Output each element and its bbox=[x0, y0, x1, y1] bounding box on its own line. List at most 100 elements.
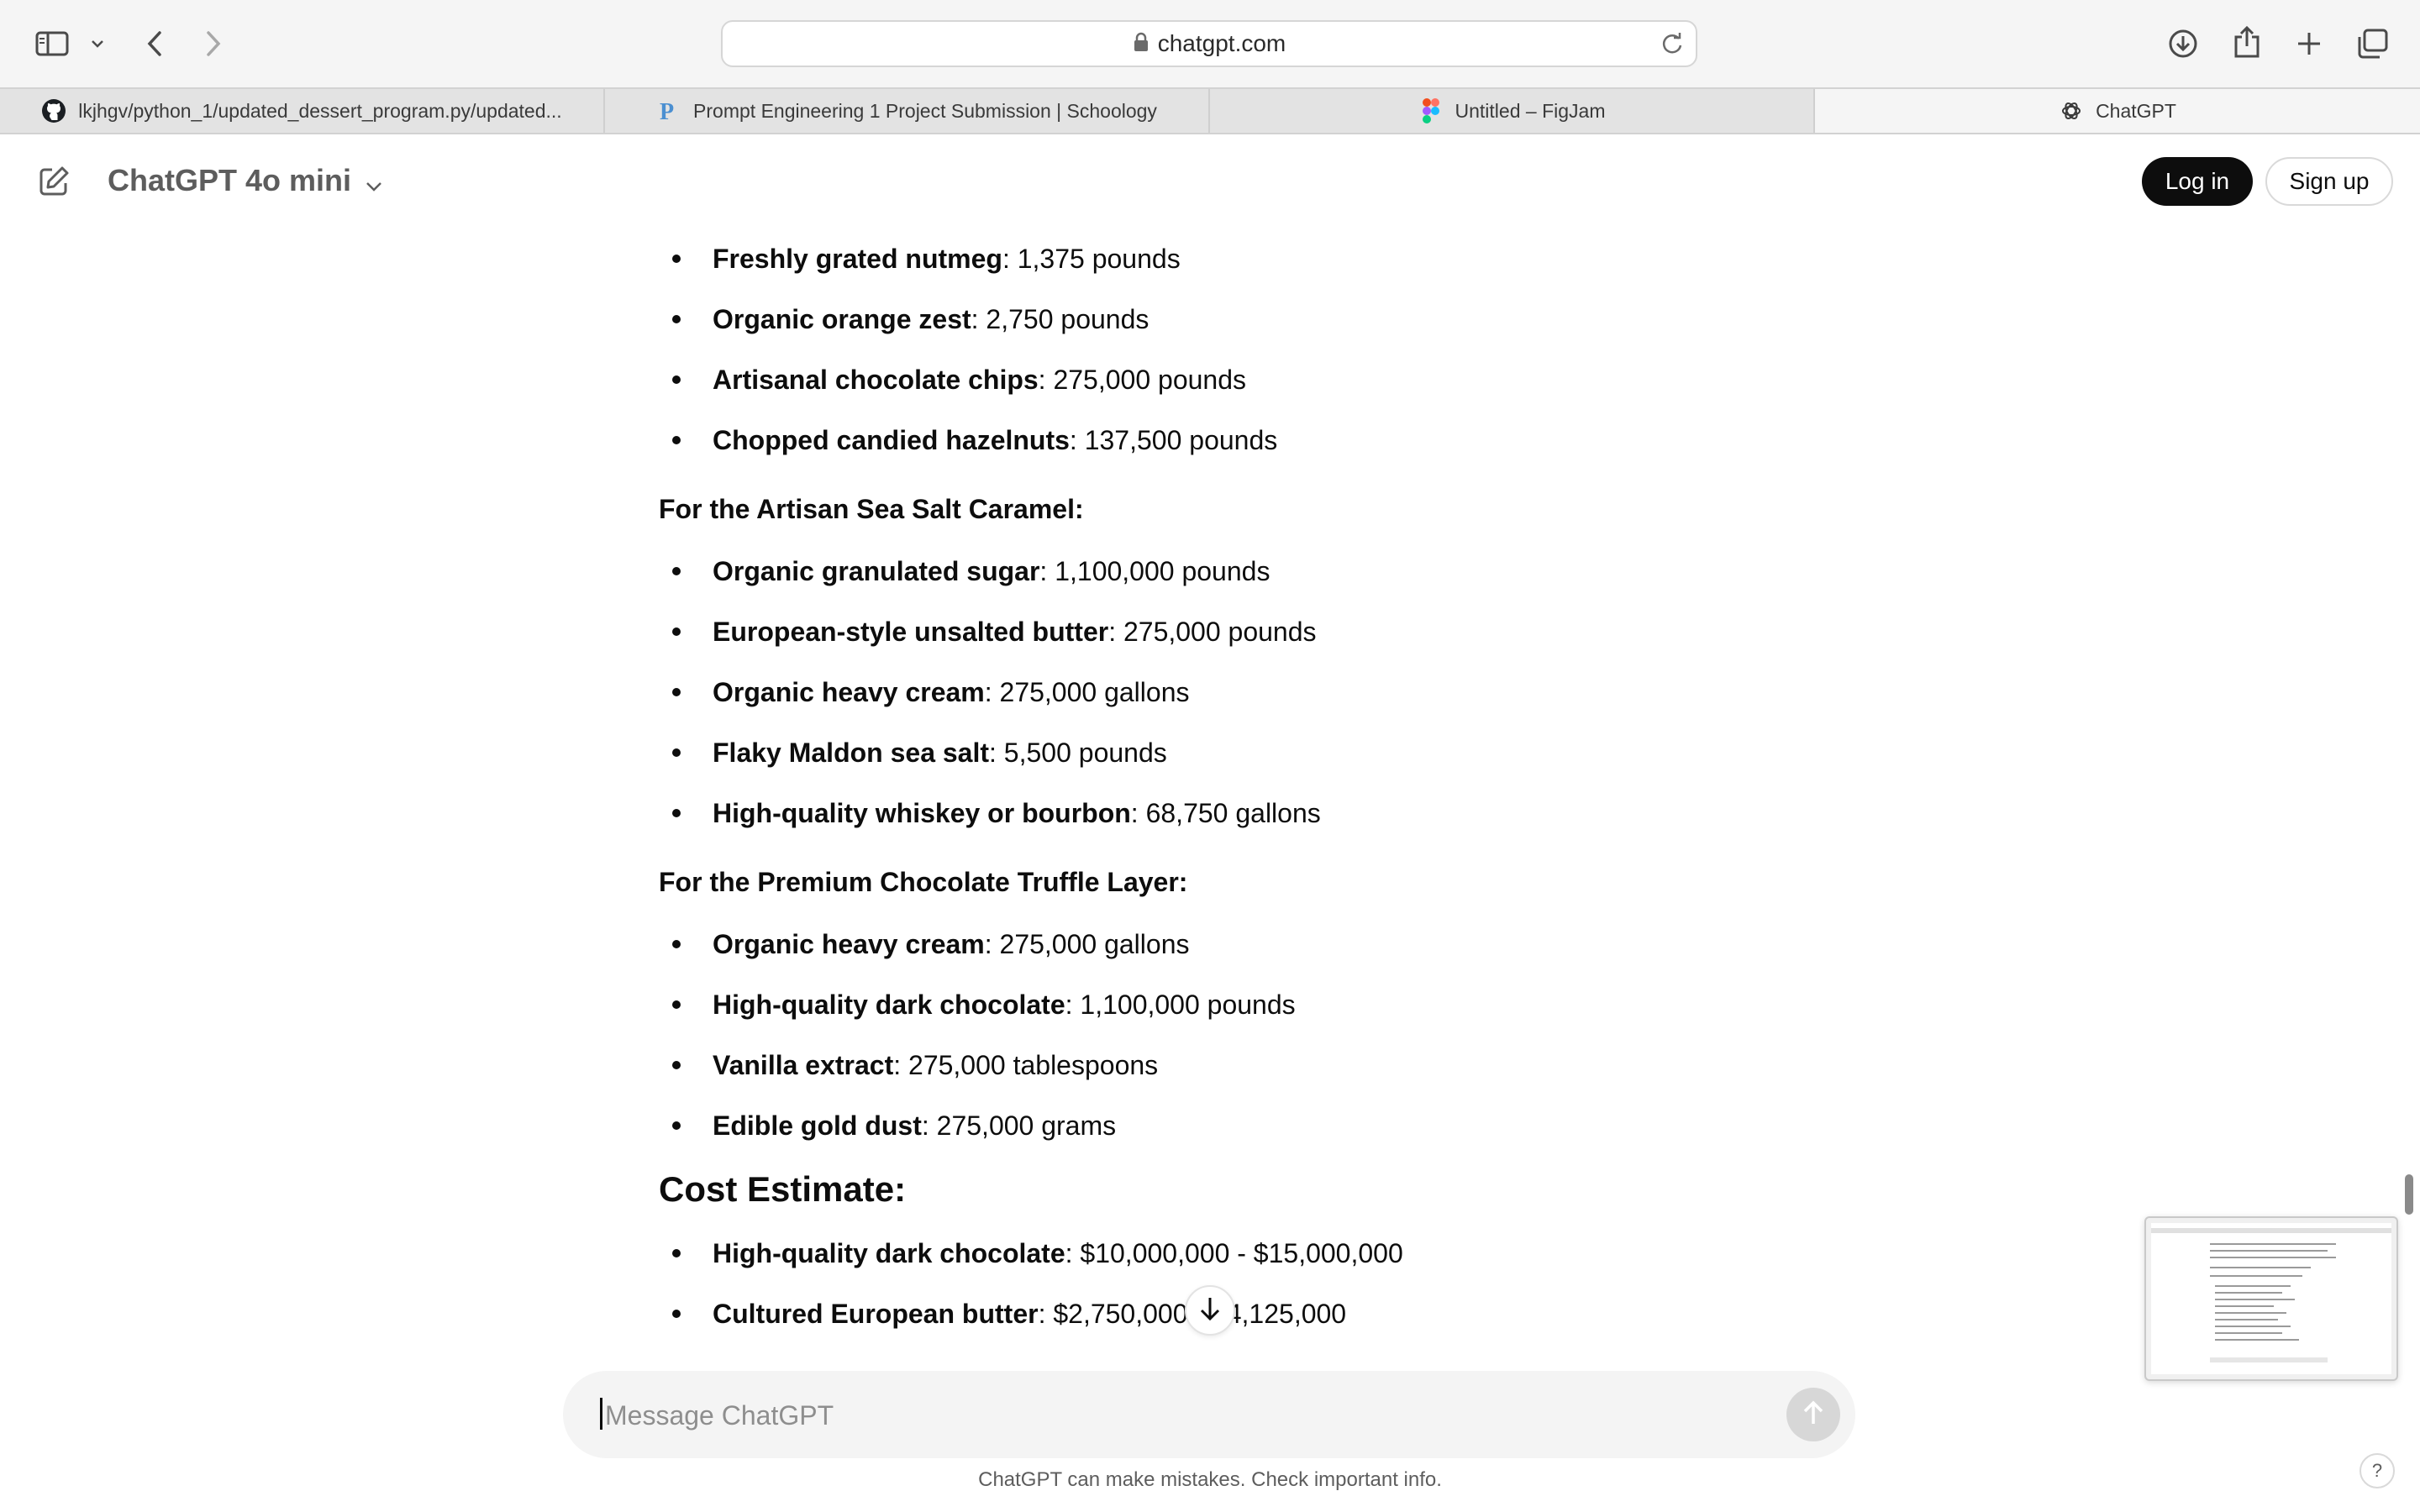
model-selector[interactable]: ChatGPT 4o mini bbox=[108, 161, 383, 200]
item-name: High-quality whiskey or bourbon bbox=[713, 798, 1131, 828]
item-name: Organic heavy cream bbox=[713, 677, 985, 707]
item-name: Edible gold dust bbox=[713, 1110, 922, 1141]
assistant-message: Freshly grated nutmeg: 1,375 pounds Orga… bbox=[659, 228, 1768, 1371]
bullet-icon bbox=[672, 1249, 681, 1257]
model-name: ChatGPT 4o mini bbox=[108, 163, 352, 197]
list-item: Vanilla extract: 275,000 tablespoons bbox=[659, 1035, 1768, 1095]
list-item: Chopped candied hazelnuts: 137,500 pound… bbox=[659, 410, 1768, 470]
item-name: Chopped candied hazelnuts bbox=[713, 425, 1070, 455]
tab-overview-icon[interactable] bbox=[2354, 27, 2390, 60]
tab-label: Prompt Engineering 1 Project Submission … bbox=[693, 99, 1157, 122]
text-cursor bbox=[600, 1398, 602, 1430]
message-composer[interactable] bbox=[563, 1371, 1855, 1458]
item-name: Flaky Maldon sea salt bbox=[713, 738, 990, 768]
thumbnail-page bbox=[2151, 1223, 2391, 1374]
bullet-icon bbox=[672, 748, 681, 757]
list-item: Artisanal chocolate chips: 275,000 pound… bbox=[659, 349, 1768, 410]
signup-button[interactable]: Sign up bbox=[2265, 157, 2393, 206]
section-heading: For the Premium Chocolate Truffle Layer: bbox=[659, 867, 1188, 897]
bullet-icon bbox=[672, 940, 681, 948]
tab-github[interactable]: lkjhgv/python_1/updated_dessert_program.… bbox=[0, 89, 605, 133]
message-input[interactable] bbox=[603, 1393, 1699, 1438]
tab-label: lkjhgv/python_1/updated_dessert_program.… bbox=[78, 99, 562, 122]
svg-text:P: P bbox=[660, 99, 674, 123]
arrow-up-icon bbox=[1802, 1399, 1825, 1431]
tab-figjam[interactable]: Untitled – FigJam bbox=[1210, 89, 1815, 133]
item-value: : 1,100,000 pounds bbox=[1065, 990, 1296, 1020]
arrow-down-icon bbox=[1198, 1295, 1222, 1326]
lock-icon bbox=[1133, 32, 1150, 56]
login-button[interactable]: Log in bbox=[2142, 157, 2253, 206]
bullet-icon bbox=[672, 1310, 681, 1318]
send-button[interactable] bbox=[1786, 1388, 1840, 1441]
list-item: European-style unsalted butter: 275,000 … bbox=[659, 601, 1768, 662]
tab-chatgpt[interactable]: ChatGPT bbox=[1815, 89, 2420, 133]
list-item: Organic orange zest: 2,750 pounds bbox=[659, 289, 1768, 349]
tab-bar: lkjhgv/python_1/updated_dessert_program.… bbox=[0, 87, 2420, 134]
list-item: Organic granulated sugar: 1,100,000 poun… bbox=[659, 541, 1768, 601]
item-value: : 1,100,000 pounds bbox=[1039, 556, 1270, 586]
bullet-icon bbox=[672, 1000, 681, 1009]
list-item: High-quality dark chocolate: $10,000,000… bbox=[659, 1223, 1768, 1284]
new-tab-icon[interactable] bbox=[2292, 27, 2326, 60]
openai-icon bbox=[2059, 98, 2084, 123]
disclaimer-text: ChatGPT can make mistakes. Check importa… bbox=[978, 1468, 1442, 1491]
item-value: : 1,375 pounds bbox=[1002, 244, 1181, 274]
share-icon[interactable] bbox=[2230, 24, 2264, 60]
item-name: Vanilla extract bbox=[713, 1050, 894, 1080]
chevron-down-icon[interactable] bbox=[87, 34, 108, 54]
item-value: : 137,500 pounds bbox=[1069, 425, 1278, 455]
item-value: : $10,000,000 - $15,000,000 bbox=[1065, 1238, 1403, 1268]
item-value: : 275,000 gallons bbox=[984, 929, 1190, 959]
back-icon[interactable] bbox=[141, 27, 168, 60]
item-name: High-quality dark chocolate bbox=[713, 1238, 1065, 1268]
item-name: Cultured European butter bbox=[713, 1299, 1039, 1329]
scroll-to-bottom-button[interactable] bbox=[1185, 1285, 1235, 1336]
bullet-icon bbox=[672, 809, 681, 817]
ingredient-list: Organic heavy cream: 275,000 gallons Hig… bbox=[659, 914, 1768, 1156]
download-icon[interactable] bbox=[2166, 27, 2200, 60]
list-item: Edible gold dust: 275,000 grams bbox=[659, 1095, 1768, 1156]
ingredient-list: Organic granulated sugar: 1,100,000 poun… bbox=[659, 541, 1768, 843]
list-item: Organic heavy cream: 275,000 gallons bbox=[659, 914, 1768, 974]
help-button[interactable]: ? bbox=[2360, 1453, 2395, 1488]
bullet-icon bbox=[672, 315, 681, 323]
reload-icon[interactable] bbox=[1660, 32, 1684, 60]
tab-schoology[interactable]: P Prompt Engineering 1 Project Submissio… bbox=[605, 89, 1210, 133]
figma-icon bbox=[1418, 98, 1444, 123]
browser-toolbar: chatgpt.com bbox=[0, 0, 2420, 87]
list-item: Flaky Maldon sea salt: 5,500 pounds bbox=[659, 722, 1768, 783]
item-value: : 275,000 grams bbox=[921, 1110, 1117, 1141]
list-item: Freshly grated nutmeg: 1,375 pounds bbox=[659, 228, 1768, 289]
bullet-icon bbox=[672, 567, 681, 575]
address-bar[interactable]: chatgpt.com bbox=[721, 20, 1697, 67]
chevron-down-icon bbox=[365, 165, 383, 200]
item-value: : 275,000 pounds bbox=[1038, 365, 1246, 395]
tab-label: Untitled – FigJam bbox=[1455, 99, 1606, 122]
screenshot-thumbnail[interactable] bbox=[2144, 1216, 2398, 1381]
item-value: : 5,500 pounds bbox=[989, 738, 1167, 768]
github-icon bbox=[41, 98, 66, 123]
section-heading: For the Artisan Sea Salt Caramel: bbox=[659, 494, 1084, 524]
list-item: High-quality whiskey or bourbon: 68,750 … bbox=[659, 783, 1768, 843]
bullet-icon bbox=[672, 1121, 681, 1130]
item-name: Organic orange zest bbox=[713, 304, 971, 334]
item-name: Organic heavy cream bbox=[713, 929, 985, 959]
tab-label: ChatGPT bbox=[2096, 99, 2176, 122]
forward-icon[interactable] bbox=[200, 27, 227, 60]
item-name: Freshly grated nutmeg bbox=[713, 244, 1002, 274]
scrollbar-thumb[interactable] bbox=[2405, 1174, 2413, 1215]
item-value: : 2,750 pounds bbox=[971, 304, 1150, 334]
item-value: : 275,000 tablespoons bbox=[893, 1050, 1159, 1080]
bullet-icon bbox=[672, 375, 681, 384]
list-item: Organic heavy cream: 275,000 gallons bbox=[659, 662, 1768, 722]
item-name: Artisanal chocolate chips bbox=[713, 365, 1039, 395]
schoology-icon: P bbox=[656, 98, 681, 123]
cost-estimate-heading: Cost Estimate: bbox=[659, 1169, 907, 1209]
item-name: European-style unsalted butter bbox=[713, 617, 1109, 647]
ingredient-list: Freshly grated nutmeg: 1,375 pounds Orga… bbox=[659, 228, 1768, 470]
item-value: : 275,000 gallons bbox=[984, 677, 1190, 707]
new-chat-icon[interactable] bbox=[35, 163, 72, 200]
bullet-icon bbox=[672, 1061, 681, 1069]
sidebar-toggle-icon[interactable] bbox=[34, 27, 71, 60]
